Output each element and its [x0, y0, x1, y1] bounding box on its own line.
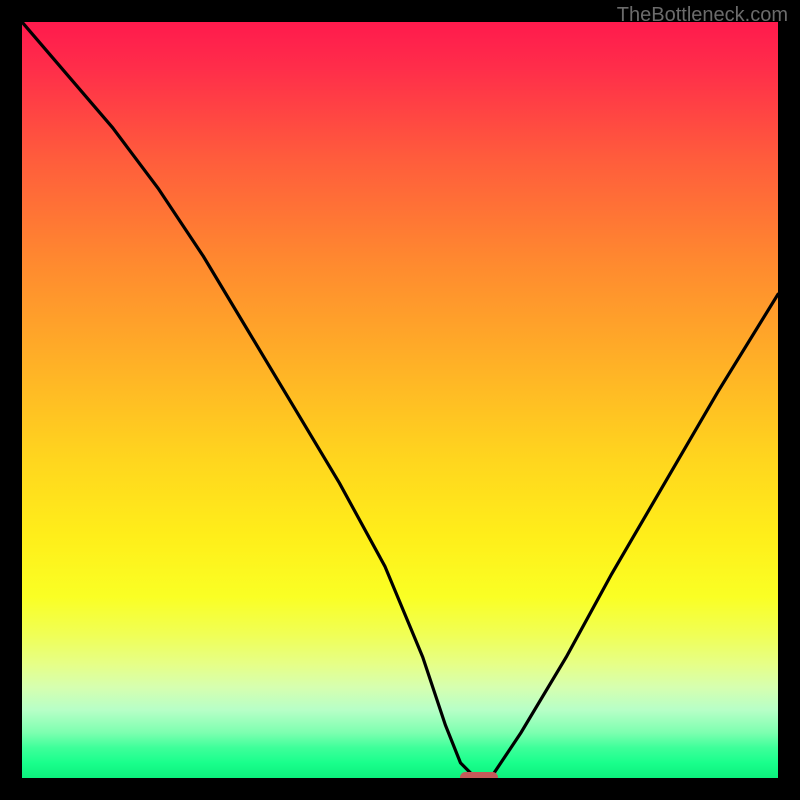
curve-path: [22, 22, 778, 778]
plot-area: [22, 22, 778, 778]
bottleneck-curve: [22, 22, 778, 778]
optimal-marker: [460, 772, 498, 778]
watermark-text: TheBottleneck.com: [617, 4, 788, 27]
